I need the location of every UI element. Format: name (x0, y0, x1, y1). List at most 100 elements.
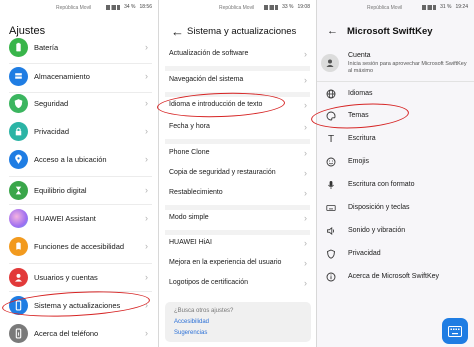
settings-item-label: Acerca del teléfono (34, 328, 99, 338)
menu-item-acerca[interactable]: Acerca de Microsoft SwiftKey (317, 269, 474, 289)
speaker-icon (325, 225, 337, 237)
settings-item-label: Usuarios y cuentas (34, 272, 98, 282)
chevron-right-icon: › (145, 71, 148, 81)
battery-icon (9, 37, 28, 57)
settings-item-label: Equilibrio digital (34, 185, 87, 195)
system-item[interactable]: Phone Clone › (159, 143, 316, 165)
settings-item-huawei-assistant[interactable]: HUAWEI Assistant › (0, 203, 158, 233)
system-item-label: Copia de seguridad y restauración (169, 169, 276, 176)
accessibility-icon (9, 236, 28, 256)
suggestions-link[interactable]: Sugerencias (174, 330, 207, 336)
carrier-label: República Movil (367, 5, 403, 11)
settings-item-label: HUAWEI Assistant (34, 213, 96, 223)
clock: 19:24 (455, 4, 468, 10)
settings-item-label: Funciones de accesibilidad (34, 241, 125, 251)
settings-item-usuarios[interactable]: Usuarios y cuentas › (0, 262, 158, 292)
system-item[interactable]: Fecha y hora › (159, 117, 316, 139)
chevron-right-icon: › (145, 126, 148, 136)
settings-item-label: Batería (34, 42, 59, 52)
system-item-label: Restablecimiento (169, 189, 223, 196)
system-item[interactable]: HUAWEI HiAI › (159, 233, 316, 255)
user-icon (9, 267, 28, 287)
swiftkey-panel: República Movil 31 % 19:24 ← Microsoft S… (316, 0, 474, 347)
page-title: Sistema y actualizaciones (187, 26, 297, 37)
system-item[interactable]: Mejora en la experiencia del usuario › (159, 253, 316, 275)
battery-percent: 31 % (440, 4, 452, 10)
chevron-right-icon: › (304, 238, 307, 248)
menu-item-disposicion[interactable]: Disposición y teclas (317, 200, 474, 220)
accessibility-link[interactable]: Accesibilidad (174, 319, 209, 325)
settings-item-label: Seguridad (34, 98, 69, 108)
chevron-right-icon: › (145, 42, 148, 52)
help-card: ¿Busca otros ajustes? Accesibilidad Suge… (165, 302, 311, 342)
chevron-right-icon: › (145, 272, 148, 282)
system-item-label: Logotipos de certificación (169, 279, 248, 286)
system-item[interactable]: Modo simple › (159, 208, 316, 230)
battery-percent: 33 % (282, 4, 294, 10)
settings-item-label: Acceso a la ubicación (34, 154, 107, 164)
system-item-label: Phone Clone (169, 149, 210, 156)
system-item-label: Fecha y hora (169, 123, 210, 130)
menu-item-label: Sonido y vibración (348, 227, 406, 234)
clock: 19:08 (297, 4, 310, 10)
carrier-label: República Movil (219, 5, 255, 11)
system-item-label: Modo simple (169, 214, 209, 221)
settings-item-seguridad[interactable]: Seguridad › (0, 88, 158, 118)
keyboard-icon (448, 325, 462, 337)
back-arrow-icon[interactable]: ← (327, 25, 338, 37)
page-title: Microsoft SwiftKey (347, 26, 433, 37)
system-item-label: HUAWEI HiAI (169, 239, 212, 246)
menu-item-label: Escritura (348, 135, 376, 142)
account-item[interactable]: Cuenta Inicia sesión para aprovechar Mic… (317, 48, 474, 80)
status-bar: República Movil 33 % 19:08 (159, 0, 316, 14)
settings-item-ubicacion[interactable]: Acceso a la ubicación › (0, 144, 158, 174)
menu-item-escritura[interactable]: T Escritura (317, 131, 474, 151)
security-shield-icon (9, 93, 28, 113)
settings-item-bateria[interactable]: Batería › (0, 32, 158, 62)
info-phone-icon (9, 323, 28, 343)
menu-item-label: Emojis (348, 158, 370, 165)
signal-icon (106, 4, 121, 10)
menu-item-escritura-formato[interactable]: Escritura con formato (317, 177, 474, 197)
back-arrow-icon[interactable]: ← (171, 24, 184, 39)
system-item[interactable]: Logotipos de certificación › (159, 273, 316, 295)
info-icon (325, 271, 337, 283)
chevron-right-icon: › (304, 168, 307, 178)
storage-icon (9, 66, 28, 86)
keyboard-fab-button[interactable] (442, 318, 468, 344)
hourglass-icon (9, 180, 28, 200)
menu-item-idiomas[interactable]: Idiomas (317, 86, 474, 106)
system-item[interactable]: Actualización de software › (159, 44, 316, 66)
settings-item-privacidad[interactable]: Privacidad › (0, 116, 158, 146)
divider (317, 81, 474, 82)
menu-item-sonido[interactable]: Sonido y vibración (317, 223, 474, 243)
settings-item-acerca[interactable]: Acerca del teléfono › (0, 318, 158, 347)
menu-item-privacidad[interactable]: Privacidad (317, 246, 474, 266)
microphone-icon (325, 179, 337, 191)
settings-item-almacenamiento[interactable]: Almacenamiento › (0, 61, 158, 91)
globe-icon (325, 88, 337, 100)
location-icon (9, 149, 28, 169)
privacy-icon (9, 121, 28, 141)
menu-item-label: Escritura con formato (348, 181, 415, 188)
system-item-label: Mejora en la experiencia del usuario (169, 259, 282, 266)
status-bar: República Movil 31 % 19:24 (317, 0, 474, 14)
chevron-right-icon: › (145, 154, 148, 164)
system-item[interactable]: Navegación del sistema › (159, 70, 316, 92)
battery-percent: 34 % (124, 4, 136, 10)
assistant-icon (9, 208, 28, 228)
status-bar: República Movil 34 % 18:56 (0, 0, 158, 14)
system-item[interactable]: Copia de seguridad y restauración › (159, 163, 316, 185)
keyboard-icon (325, 202, 337, 214)
text-t-icon: T (327, 133, 335, 145)
account-subtitle: Inicia sesión para aprovechar Microsoft … (348, 61, 467, 74)
system-item[interactable]: Restablecimiento › (159, 183, 316, 205)
menu-item-emojis[interactable]: Emojis (317, 154, 474, 174)
menu-item-label: Privacidad (348, 250, 381, 257)
system-item-label: Navegación del sistema (169, 76, 244, 83)
carrier-label: República Movil (56, 5, 92, 11)
settings-item-accesibilidad[interactable]: Funciones de accesibilidad › (0, 231, 158, 261)
settings-item-equilibrio[interactable]: Equilibrio digital › (0, 175, 158, 205)
chevron-right-icon: › (145, 241, 148, 251)
chevron-right-icon: › (304, 75, 307, 85)
